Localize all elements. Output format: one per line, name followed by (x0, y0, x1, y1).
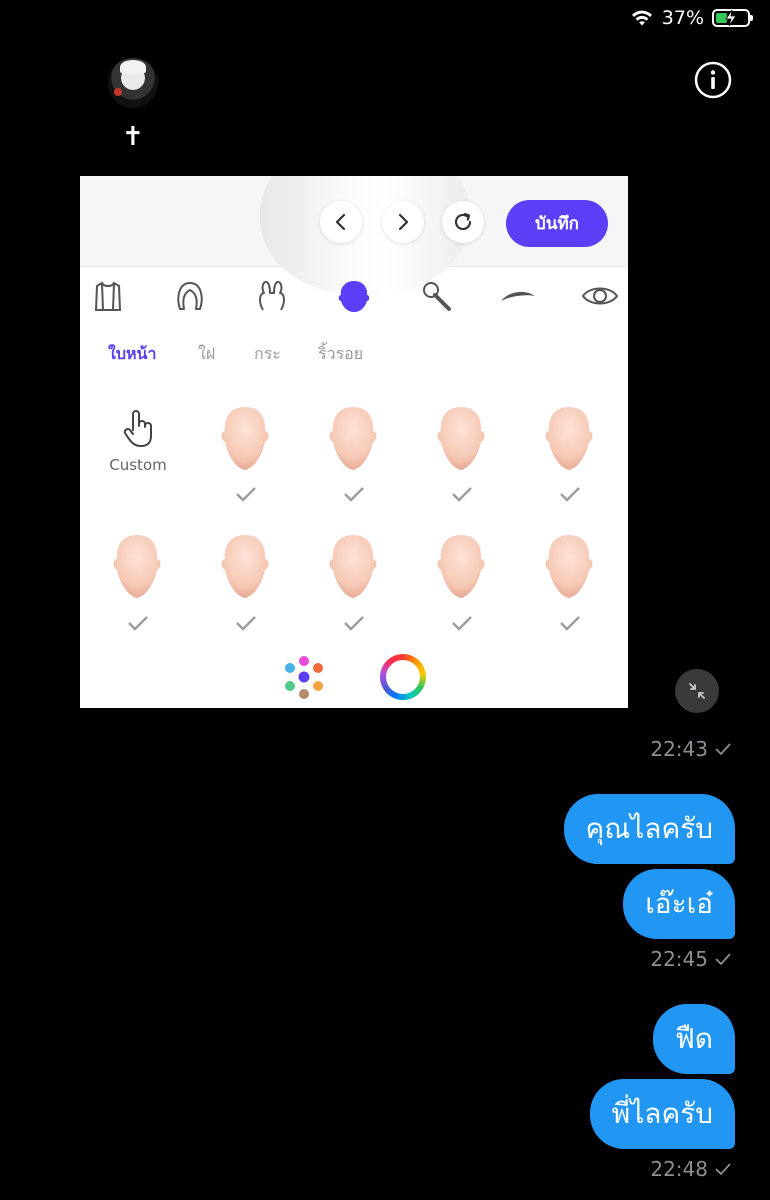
face-preset[interactable] (216, 532, 274, 602)
custom-option[interactable]: Custom (100, 408, 176, 474)
editor-toolbar: บันทึก (80, 176, 628, 296)
shared-image[interactable]: บันทึก ใบหน้า ใฝ กระ ริ้วรอย Custom (80, 176, 628, 708)
face-preset[interactable] (108, 532, 166, 602)
message-bubble[interactable]: ฟืด (652, 1004, 735, 1074)
message-time: 22:45 (650, 947, 732, 971)
tab-mole[interactable]: ใฝ (198, 342, 215, 367)
message-bubble[interactable]: คุณไลครับ (563, 794, 735, 864)
check-icon (452, 487, 472, 502)
microphone-icon[interactable] (416, 276, 456, 316)
face-shape-icon[interactable] (334, 276, 374, 316)
refresh-icon (454, 212, 472, 231)
contact-avatar[interactable] (108, 58, 158, 108)
face-preset[interactable] (540, 404, 598, 474)
face-preset[interactable] (432, 532, 490, 602)
headband-icon[interactable] (252, 276, 292, 316)
tab-freckle[interactable]: กระ (254, 342, 281, 367)
info-icon[interactable] (694, 61, 732, 99)
message-bubble[interactable]: พี่ไลครับ (589, 1079, 735, 1149)
tab-wrinkle[interactable]: ริ้วรอย (318, 342, 363, 367)
wifi-icon (631, 10, 652, 26)
category-bar (80, 272, 628, 324)
check-icon (236, 487, 256, 502)
save-button[interactable]: บันทึก (506, 200, 608, 247)
message-bubble[interactable]: เอ๊ะเอ๋ (623, 869, 735, 939)
custom-label: Custom (109, 456, 167, 474)
tab-face[interactable]: ใบหน้า (108, 342, 156, 367)
check-icon (452, 616, 472, 631)
sent-check-icon (715, 743, 731, 756)
sent-check-icon (715, 1163, 731, 1176)
contact-name[interactable]: ✝ (122, 122, 144, 152)
clothing-icon[interactable] (88, 276, 128, 316)
face-preset[interactable] (216, 404, 274, 474)
hair-icon[interactable] (170, 276, 210, 316)
eyebrow-icon[interactable] (498, 276, 538, 316)
message-time: 22:43 (650, 737, 732, 761)
chevron-left-icon (335, 213, 346, 231)
undo-button[interactable] (320, 201, 362, 243)
redo-button[interactable] (382, 201, 424, 243)
status-bar: 37% (630, 6, 753, 30)
face-preset[interactable] (324, 404, 382, 474)
battery-icon (712, 9, 753, 27)
collapse-image-button[interactable] (675, 669, 719, 713)
palette-icon[interactable] (282, 656, 326, 700)
eye-icon[interactable] (580, 276, 620, 316)
battery-percent: 37% (661, 7, 704, 29)
sent-check-icon (715, 953, 731, 966)
message-time: 22:48 (650, 1157, 732, 1181)
check-icon (344, 616, 364, 631)
check-icon (344, 487, 364, 502)
face-preset[interactable] (432, 404, 490, 474)
face-preset[interactable] (324, 532, 382, 602)
subtab-bar: ใบหน้า ใฝ กระ ริ้วรอย (80, 342, 628, 372)
check-icon (236, 616, 256, 631)
color-wheel-icon[interactable] (380, 654, 426, 700)
check-icon (128, 616, 148, 631)
reset-button[interactable] (442, 201, 484, 243)
chevron-right-icon (398, 213, 409, 231)
collapse-arrows-icon (689, 683, 705, 699)
check-icon (560, 616, 580, 631)
hand-pointer-icon (123, 410, 152, 447)
check-icon (560, 487, 580, 502)
face-preset[interactable] (540, 532, 598, 602)
